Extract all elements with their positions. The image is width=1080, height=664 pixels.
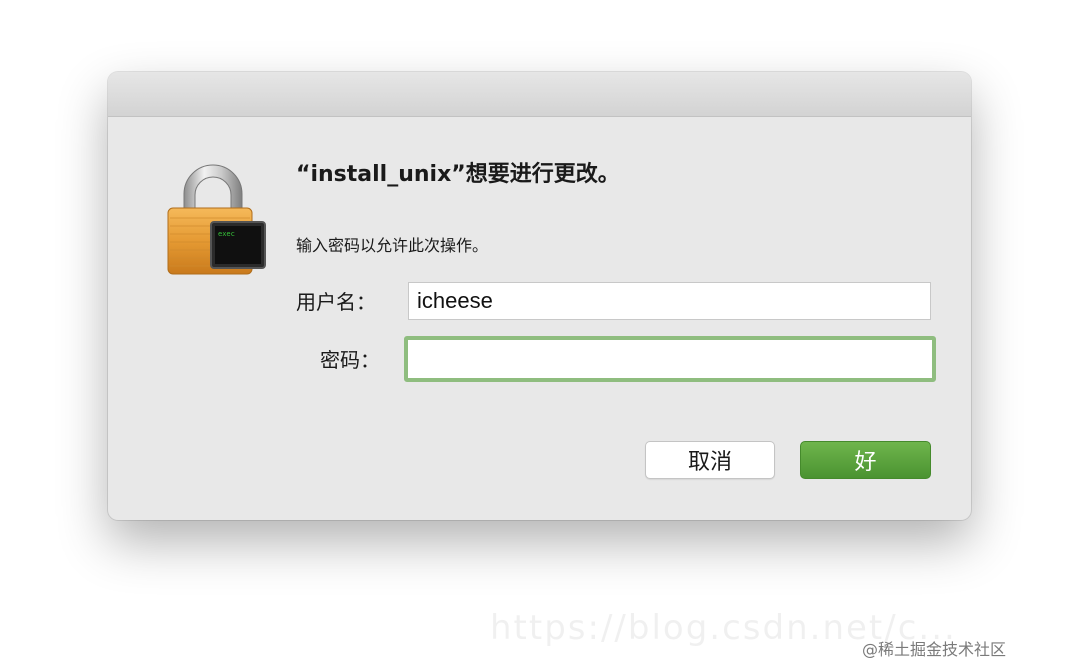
password-label: 密码： — [320, 348, 380, 372]
password-field[interactable] — [404, 336, 936, 382]
terminal-text: exec — [218, 230, 235, 238]
cancel-button[interactable]: 取消 — [645, 441, 775, 479]
username-value: icheese — [417, 288, 493, 313]
ok-button[interactable]: 好 — [800, 441, 931, 479]
padlock-with-terminal-icon: exec — [164, 158, 268, 280]
authorization-dialog: exec “install_unix”想要进行更改。 输入密码以允许此次操作。 … — [108, 72, 971, 520]
site-watermark: @稀土掘金技术社区 — [862, 640, 1007, 659]
dialog-titlebar[interactable] — [108, 72, 971, 117]
dialog-subtext: 输入密码以允许此次操作。 — [296, 236, 489, 255]
username-label: 用户名： — [296, 290, 376, 314]
dialog-heading: “install_unix”想要进行更改。 — [296, 162, 620, 187]
username-field[interactable]: icheese — [408, 282, 931, 320]
screen: https://blog.csdn.net/c... exec “install… — [0, 0, 1080, 664]
